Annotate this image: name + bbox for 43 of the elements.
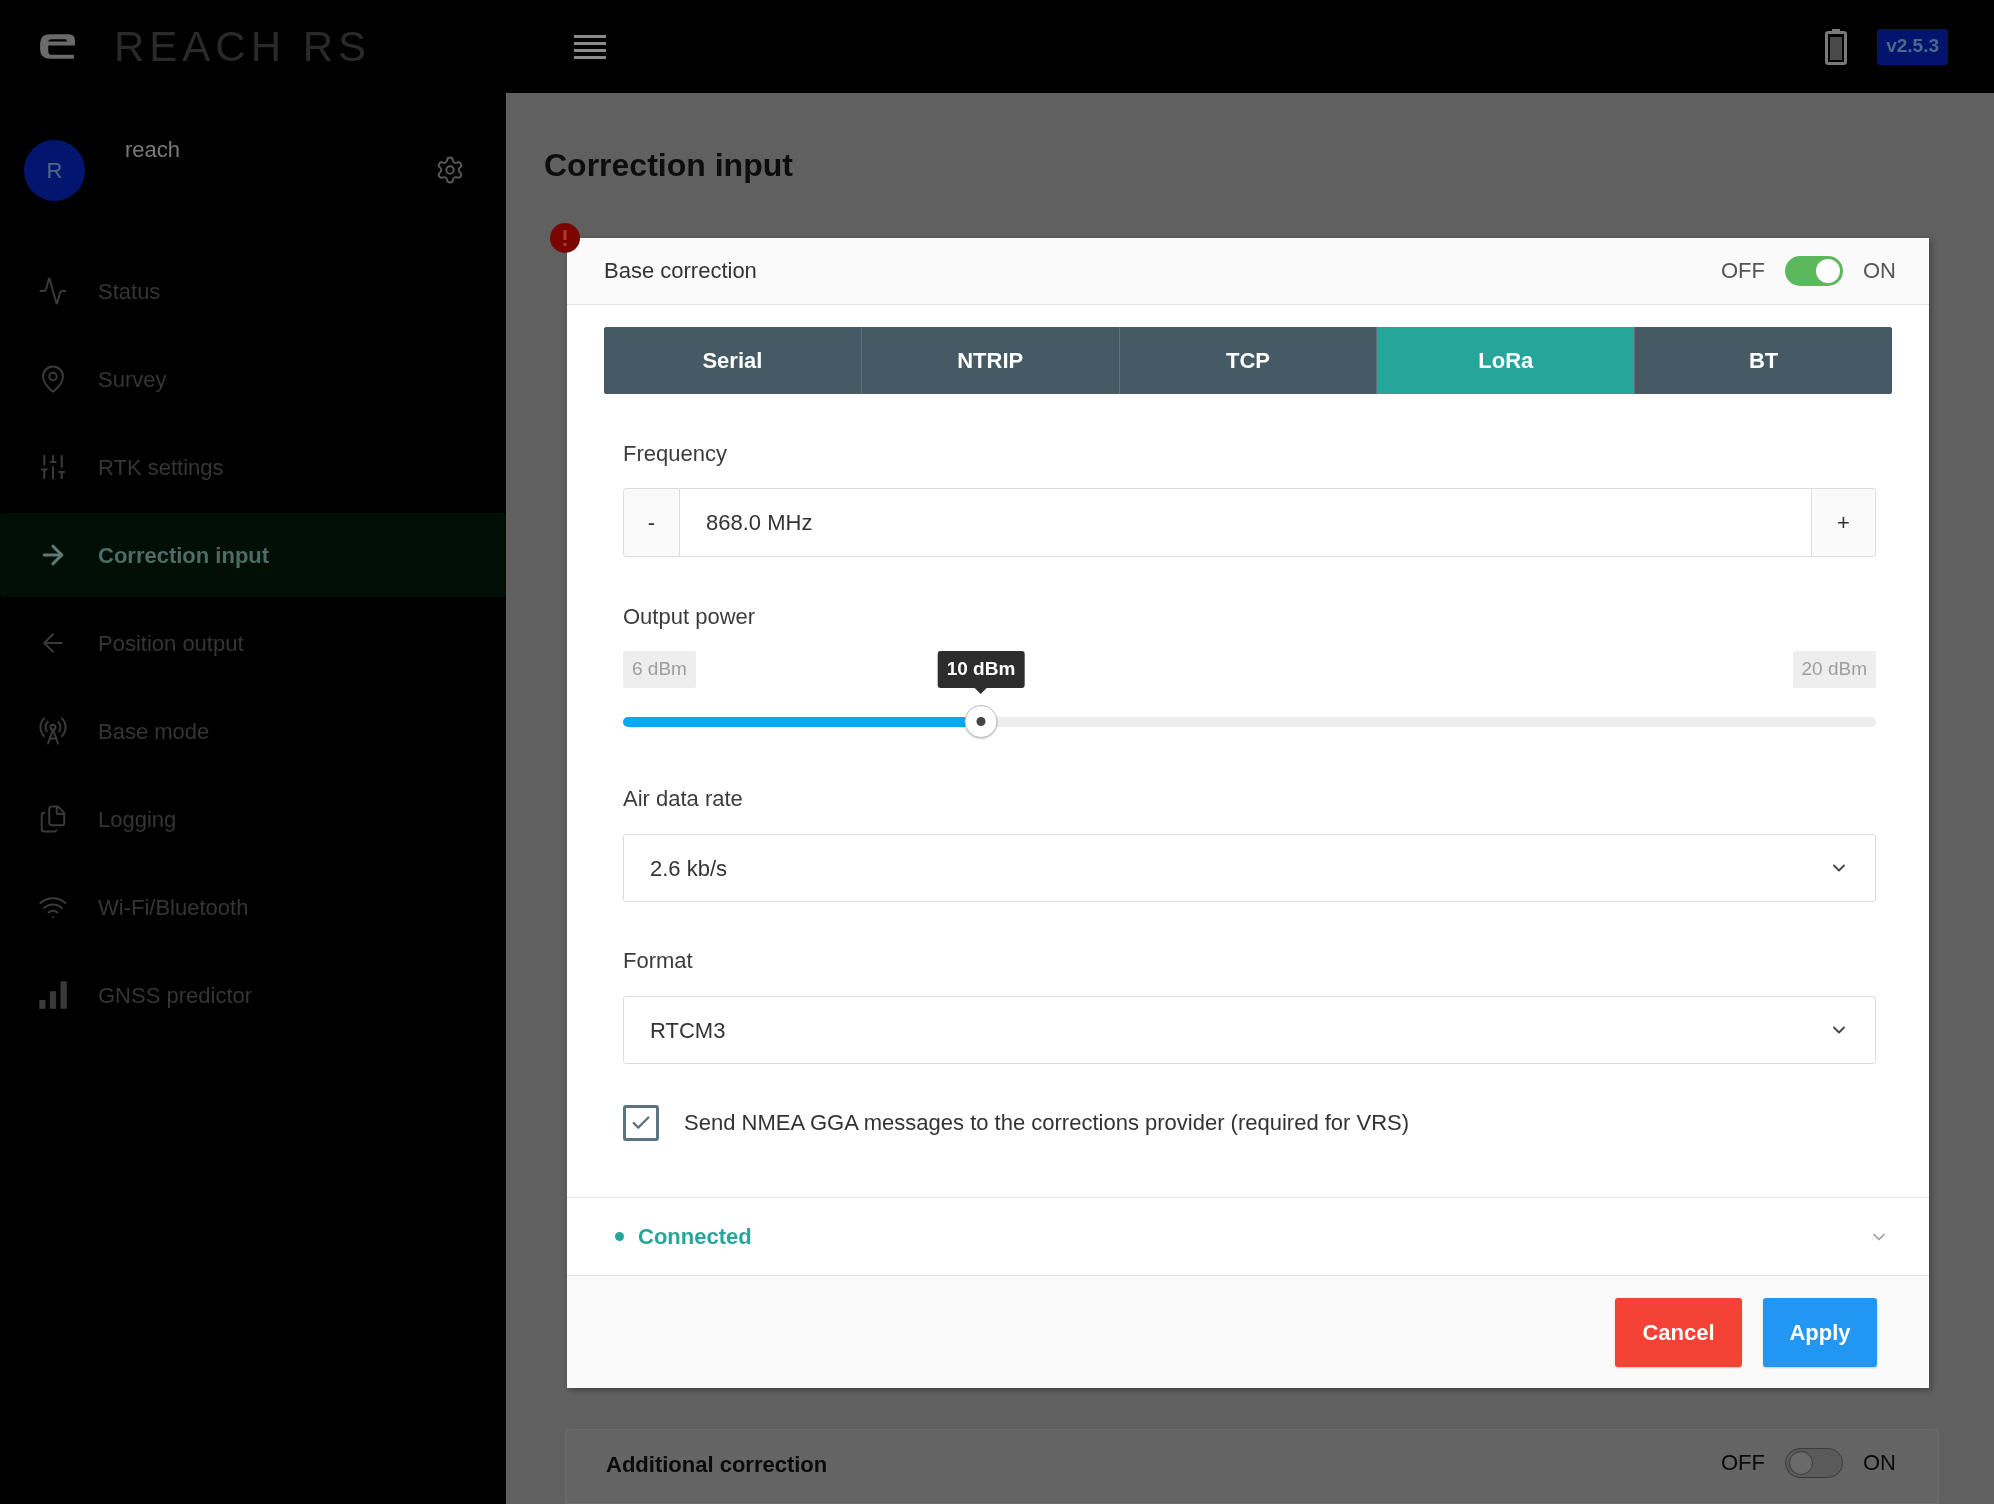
on-label: ON: [1863, 1450, 1896, 1476]
checkbox[interactable]: [623, 1105, 659, 1141]
files-icon: [38, 804, 68, 834]
tab[interactable]: BT: [1634, 327, 1892, 394]
user-name: reach: [125, 137, 181, 163]
battery-icon: [1825, 28, 1848, 65]
off-label: OFF: [1721, 1450, 1765, 1476]
field-label: Frequency: [623, 441, 727, 467]
min-label: 6 dBm: [623, 651, 696, 688]
slider-track[interactable]: [623, 705, 1876, 738]
max-label: 20 dBm: [1792, 651, 1876, 688]
field-label: Format: [623, 948, 693, 974]
version-badge: v2.5.3: [1877, 28, 1948, 65]
card-title: Additional correction: [606, 1452, 828, 1478]
field-label: Air data rate: [623, 786, 743, 812]
select-field[interactable]: RTCM3: [623, 996, 1876, 1064]
apply-button[interactable]: Apply: [1763, 1297, 1877, 1367]
radio-tower-icon: [38, 716, 68, 746]
slider-thumb[interactable]: [964, 705, 998, 738]
value-tooltip: 10 dBm: [937, 651, 1025, 694]
cancel-button[interactable]: Cancel: [1615, 1297, 1742, 1367]
status-dot-icon: [615, 1232, 624, 1241]
avatar: R: [24, 140, 85, 201]
settings-icon[interactable]: [435, 155, 465, 185]
toggle-switch[interactable]: [1785, 256, 1843, 286]
menu-icon[interactable]: [574, 33, 606, 60]
toggle-switch[interactable]: [1785, 1448, 1843, 1478]
sliders-icon: [38, 452, 68, 482]
select-field[interactable]: 2.6 kb/s: [623, 834, 1876, 902]
decrement-button[interactable]: -: [623, 488, 680, 557]
signal-bars-icon: [38, 980, 68, 1010]
frequency-input[interactable]: 868.0 MHz: [680, 488, 1811, 557]
field-label: Output power: [623, 604, 756, 630]
increment-button[interactable]: +: [1811, 488, 1876, 557]
page-title: Correction input: [544, 146, 793, 185]
off-label: OFF: [1721, 258, 1765, 284]
checkbox-label: Send NMEA GGA messages to the corrections provider (required for VRS): [684, 1110, 1410, 1136]
tab[interactable]: LoRa: [1376, 327, 1635, 394]
card-title: Base correction: [604, 258, 757, 284]
on-label: ON: [1863, 258, 1896, 284]
status-text: Connected: [638, 1223, 752, 1250]
nav-item[interactable]: Correction input: [0, 513, 506, 597]
pulse-icon: [38, 276, 68, 306]
